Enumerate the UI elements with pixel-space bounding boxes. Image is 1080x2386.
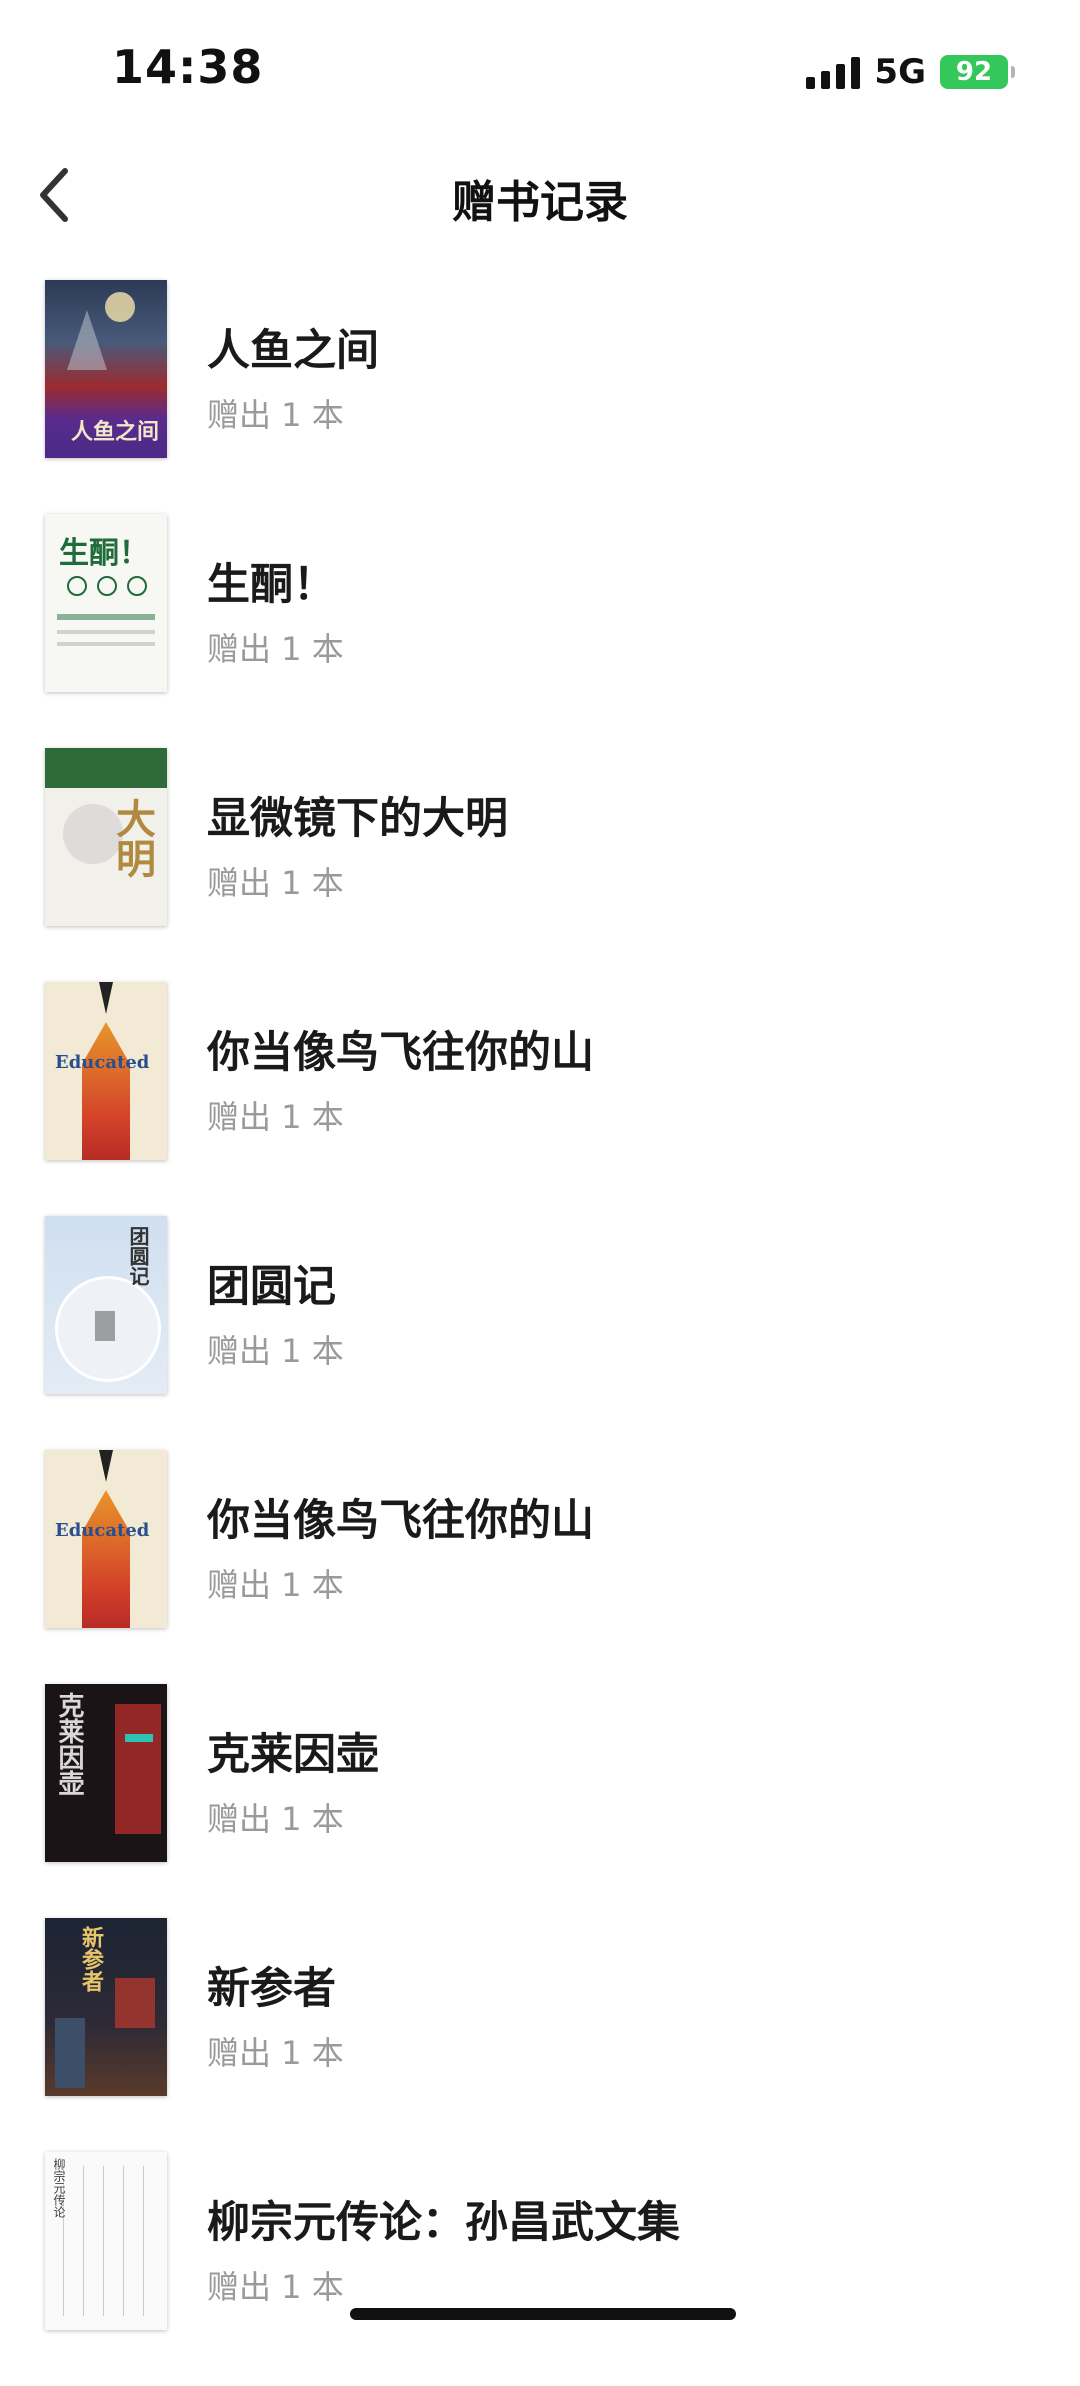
gift-count: 赠出 1 本 [207, 2034, 344, 2072]
list-item[interactable]: Educated 你当像鸟飞往你的山 赠出 1 本 [0, 982, 1080, 1216]
list-item[interactable]: 人鱼之间 人鱼之间 赠出 1 本 [0, 280, 1080, 514]
cover-text: Educated [55, 1052, 150, 1073]
gift-count: 赠出 1 本 [207, 1800, 344, 1838]
book-cover[interactable]: 柳宗元传论 [45, 2152, 167, 2330]
book-title: 新参者 [207, 1964, 336, 2014]
gift-count: 赠出 1 本 [207, 864, 344, 902]
cover-text: 柳宗元传论 [52, 2158, 66, 2218]
list-item[interactable]: 生酮！ 生酮！ 赠出 1 本 [0, 514, 1080, 748]
book-cover[interactable]: 新参者 [45, 1918, 167, 2096]
book-title: 显微镜下的大明 [207, 794, 508, 844]
status-time: 14:38 [112, 40, 264, 94]
list-item[interactable]: 克莱因壶 克莱因壶 赠出 1 本 [0, 1684, 1080, 1918]
cover-text: Educated [55, 1520, 150, 1541]
page-title: 赠书记录 [452, 177, 628, 228]
cover-text: 大明 [109, 798, 156, 878]
gift-count: 赠出 1 本 [207, 396, 344, 434]
book-title: 柳宗元传论：孙昌武文集 [207, 2198, 680, 2248]
book-cover[interactable]: 人鱼之间 [45, 280, 167, 458]
gift-count: 赠出 1 本 [207, 1332, 344, 1370]
book-cover[interactable]: 生酮！ [45, 514, 167, 692]
battery-icon: 92 [940, 55, 1015, 89]
cover-text: 克莱因壶 [54, 1692, 84, 1796]
book-title: 生酮！ [207, 560, 336, 610]
cover-text: 生酮！ [59, 536, 149, 571]
gift-count: 赠出 1 本 [207, 1566, 344, 1604]
gift-count: 赠出 1 本 [207, 1098, 344, 1136]
signal-icon [806, 55, 861, 89]
list-item[interactable]: Educated 你当像鸟飞往你的山 赠出 1 本 [0, 1450, 1080, 1684]
book-title: 团圆记 [207, 1262, 336, 1312]
book-title: 你当像鸟飞往你的山 [207, 1496, 594, 1546]
book-cover[interactable]: 克莱因壶 [45, 1684, 167, 1862]
cover-text: 团圆记 [126, 1226, 150, 1286]
list-item[interactable]: 大明 显微镜下的大明 赠出 1 本 [0, 748, 1080, 982]
home-indicator[interactable] [350, 2308, 736, 2320]
gift-count: 赠出 1 本 [207, 2268, 344, 2306]
book-cover[interactable]: Educated [45, 1450, 167, 1628]
book-cover[interactable]: Educated [45, 982, 167, 1160]
network-label: 5G [874, 52, 926, 92]
gift-record-list: 人鱼之间 人鱼之间 赠出 1 本 生酮！ 生酮！ 赠出 1 本 大明 显微镜下的… [0, 280, 1080, 2386]
book-cover[interactable]: 团圆记 [45, 1216, 167, 1394]
list-item[interactable]: 新参者 新参者 赠出 1 本 [0, 1918, 1080, 2152]
book-cover[interactable]: 大明 [45, 748, 167, 926]
cover-text: 新参者 [78, 1926, 104, 1992]
book-title: 你当像鸟飞往你的山 [207, 1028, 594, 1078]
status-indicators: 5G 92 [806, 52, 1015, 92]
status-bar: 14:38 5G 92 [0, 0, 1080, 130]
battery-level: 92 [955, 57, 993, 87]
book-title: 人鱼之间 [207, 326, 379, 376]
list-item[interactable]: 柳宗元传论 柳宗元传论：孙昌武文集 赠出 1 本 [0, 2152, 1080, 2386]
navigation-bar: 赠书记录 [0, 140, 1080, 250]
list-item[interactable]: 团圆记 团圆记 赠出 1 本 [0, 1216, 1080, 1450]
cover-text: 人鱼之间 [70, 419, 159, 445]
gift-count: 赠出 1 本 [207, 630, 344, 668]
book-title: 克莱因壶 [207, 1730, 379, 1780]
